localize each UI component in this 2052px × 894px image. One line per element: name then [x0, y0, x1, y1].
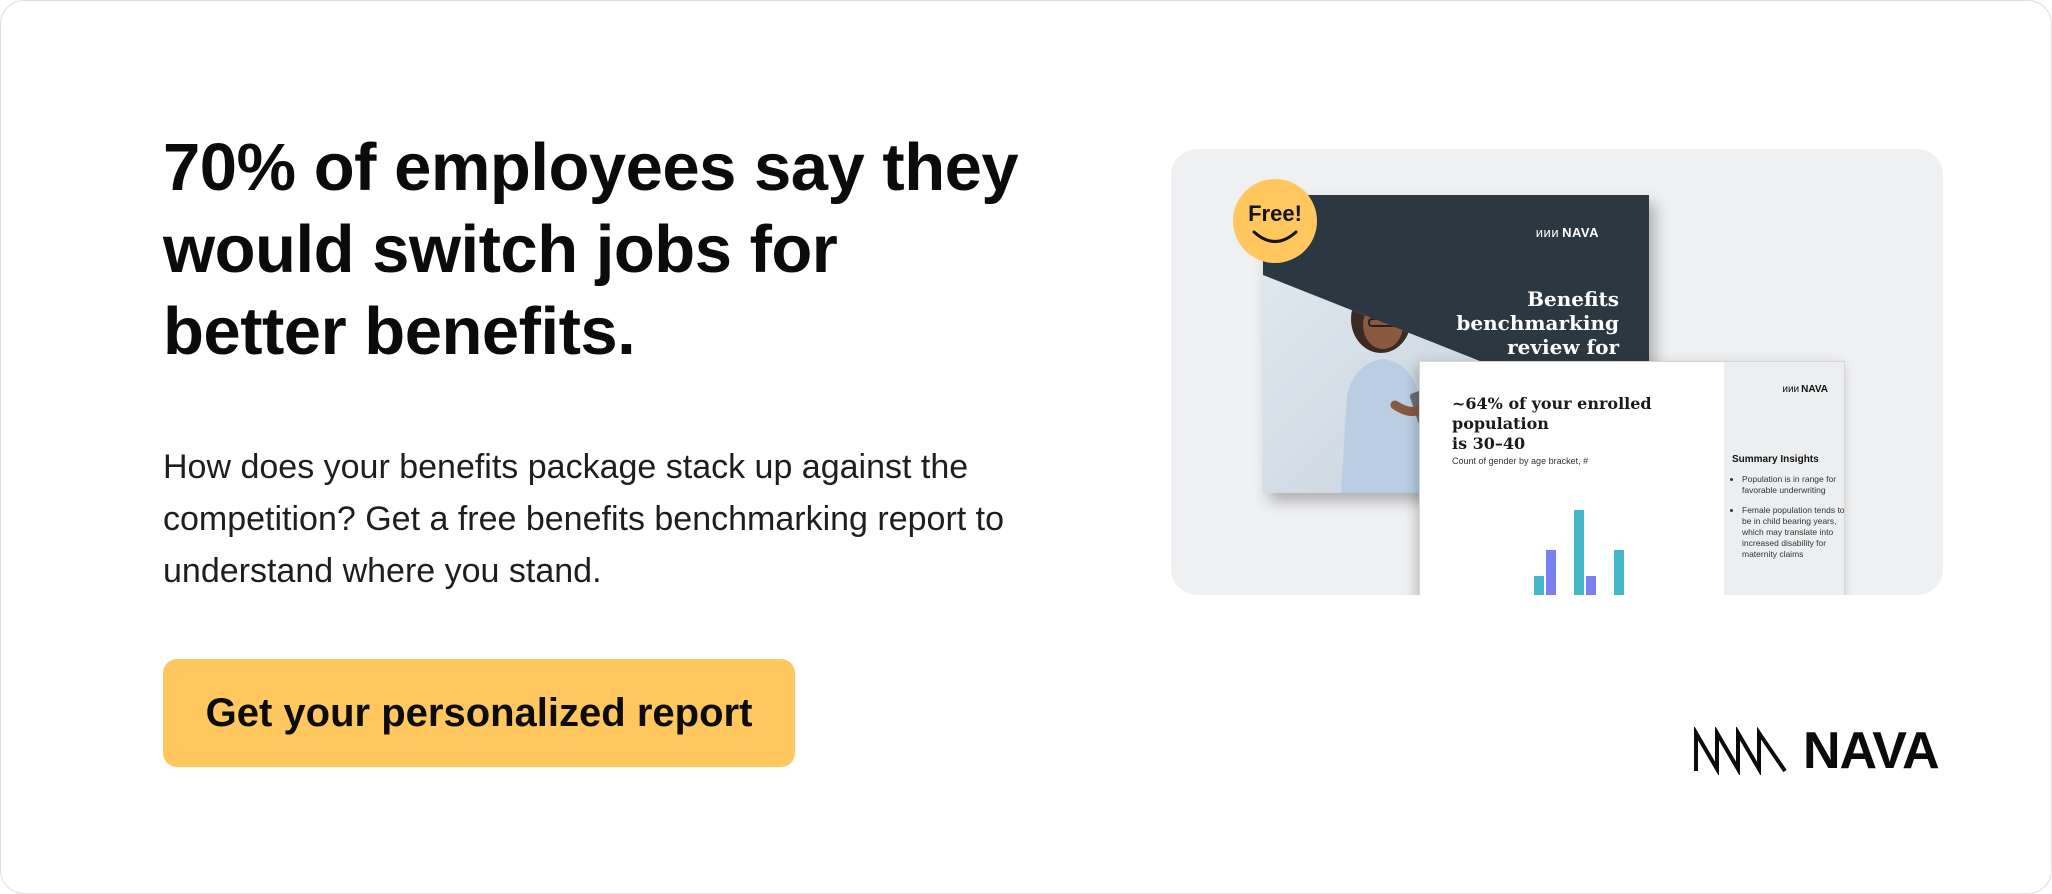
cover-title-line: review for — [1507, 335, 1619, 359]
free-badge-label: Free! — [1248, 201, 1302, 226]
report-chart-caption: Count of gender by age bracket, # — [1452, 456, 1589, 466]
report-page: ~64% of your enrolled population is 30–4… — [1419, 361, 1845, 595]
description-line: understand where you stand. — [163, 552, 602, 590]
description-line: competition? Get a free benefits benchma… — [163, 500, 1005, 538]
nava-logo: NAVA — [1693, 721, 1940, 781]
chart-bar — [1534, 576, 1544, 595]
nava-zigzag-icon — [1694, 727, 1787, 775]
chart-bar — [1546, 550, 1556, 595]
free-badge: Free! — [1233, 179, 1317, 263]
cover-title: Benefits benchmarking review for — [1456, 287, 1619, 359]
insight-item: Female population tends to be in child b… — [1742, 505, 1844, 560]
promo-card: 70% of employees say they would switch j… — [0, 0, 2052, 894]
description: How does your benefits package stack up … — [163, 441, 1103, 597]
report-sidebar: ᴎᴎᴎNAVA Summary Insights Population is i… — [1724, 362, 1844, 595]
chart-bar — [1614, 550, 1624, 595]
report-title-line: is 30–40 — [1452, 434, 1526, 453]
headline-line: better benefits. — [163, 294, 636, 369]
headline: 70% of employees say they would switch j… — [163, 127, 1043, 373]
report-logo: ᴎᴎᴎ NAVA — [1782, 384, 1828, 395]
insights-list: Population is in range for favorable und… — [1732, 474, 1844, 569]
cover-logo-text: NAVA — [1562, 225, 1599, 240]
chart-bar — [1574, 510, 1584, 595]
get-report-button[interactable]: Get your personalized report — [163, 659, 795, 767]
insight-item: Population is in range for favorable und… — [1742, 474, 1844, 496]
summary-insights-title: Summary Insights — [1732, 454, 1819, 465]
headline-line: would switch jobs for — [163, 212, 838, 287]
nava-zigzag-icon: ᴎᴎᴎ — [1535, 225, 1560, 240]
report-bar-chart — [1534, 510, 1624, 595]
report-logo-text: NAVA — [1801, 384, 1828, 395]
report-title: ~64% of your enrolled population is 30–4… — [1452, 394, 1714, 454]
chart-bar — [1586, 576, 1596, 595]
nava-zigzag-icon: ᴎᴎᴎ — [1782, 384, 1800, 395]
report-title-line: ~64% of your enrolled population — [1452, 394, 1652, 433]
report-main: ~64% of your enrolled population is 30–4… — [1420, 362, 1724, 595]
smile-icon — [1252, 230, 1298, 243]
cover-logo: ᴎᴎᴎ NAVA — [1536, 225, 1599, 240]
brand-name: NAVA — [1803, 722, 1940, 780]
headline-line: 70% of employees say they — [163, 130, 1019, 205]
cover-title-line: Benefits — [1527, 287, 1619, 311]
report-preview: ᴎᴎᴎ NAVA Benefits benchmarking review for… — [1171, 149, 1943, 595]
cover-title-line: benchmarking — [1456, 311, 1619, 335]
description-line: How does your benefits package stack up … — [163, 448, 969, 486]
